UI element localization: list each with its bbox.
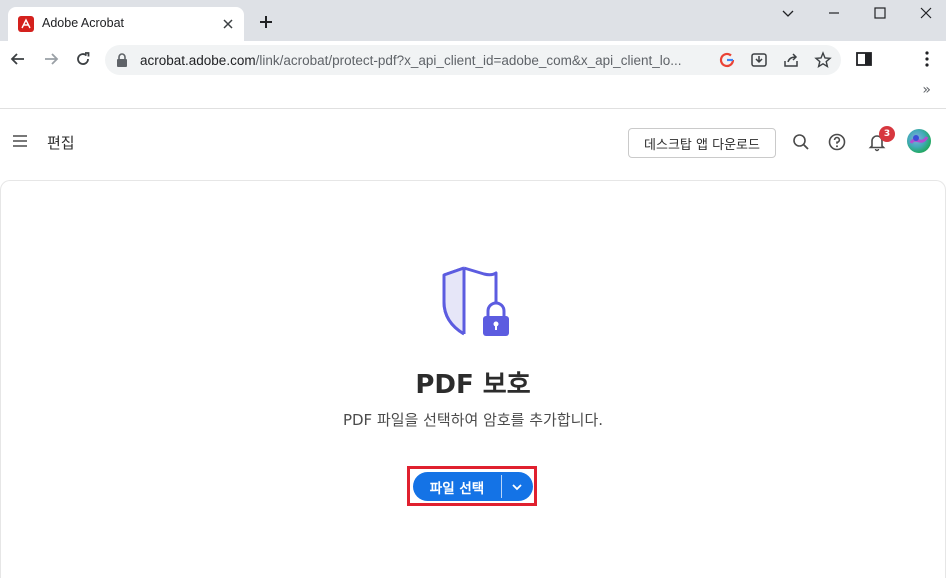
url-path: /link/acrobat/protect-pdf?x_api_client_i… (255, 53, 682, 68)
edit-menu-label[interactable]: 편집 (47, 132, 75, 153)
back-icon[interactable] (8, 49, 28, 69)
close-icon[interactable] (220, 16, 236, 32)
chevron-down-icon[interactable] (509, 479, 525, 495)
download-desktop-app-button[interactable]: 데스크탑 앱 다운로드 (628, 128, 776, 158)
url-host: acrobat.adobe.com (140, 53, 256, 68)
forward-icon[interactable] (41, 49, 61, 69)
app-header: 편집 데스크탑 앱 다운로드 3 (0, 110, 946, 174)
tab-strip: Adobe Acrobat (0, 0, 946, 41)
maximize-icon[interactable] (870, 3, 890, 23)
star-icon[interactable] (814, 51, 832, 69)
bookmarks-bar: » (0, 79, 946, 109)
page-description: PDF 파일을 선택하여 암호를 추가합니다. (342, 411, 604, 429)
sidepanel-icon[interactable] (854, 49, 874, 69)
chevron-down-icon[interactable] (778, 3, 798, 23)
notification-badge: 3 (879, 126, 895, 142)
address-bar[interactable]: acrobat.adobe.com/link/acrobat/protect-p… (105, 45, 841, 75)
url-text[interactable]: acrobat.adobe.com/link/acrobat/protect-p… (140, 53, 710, 68)
help-icon[interactable] (827, 132, 847, 152)
browser-toolbar: acrobat.adobe.com/link/acrobat/protect-p… (0, 41, 946, 79)
more-bookmarks-icon[interactable]: » (922, 82, 931, 98)
select-file-label[interactable]: 파일 선택 (413, 472, 501, 501)
install-icon[interactable] (750, 51, 768, 69)
share-icon[interactable] (782, 51, 800, 69)
search-icon[interactable] (791, 132, 811, 152)
reload-icon[interactable] (73, 49, 93, 69)
shield-lock-icon (442, 266, 509, 336)
minimize-icon[interactable] (824, 3, 844, 23)
select-file-button[interactable]: 파일 선택 (413, 472, 533, 501)
plus-icon[interactable] (256, 12, 276, 32)
menu-icon[interactable] (12, 134, 28, 148)
google-icon[interactable] (718, 51, 736, 69)
acrobat-icon (18, 16, 34, 32)
lock-icon[interactable] (115, 52, 129, 68)
avatar[interactable] (907, 129, 931, 153)
button-divider (501, 475, 502, 498)
browser-tab[interactable]: Adobe Acrobat (8, 7, 244, 41)
page-title: PDF 보호 (415, 370, 531, 400)
more-icon[interactable] (917, 49, 937, 69)
window-close-icon[interactable] (916, 3, 936, 23)
tab-title: Adobe Acrobat (42, 16, 125, 30)
